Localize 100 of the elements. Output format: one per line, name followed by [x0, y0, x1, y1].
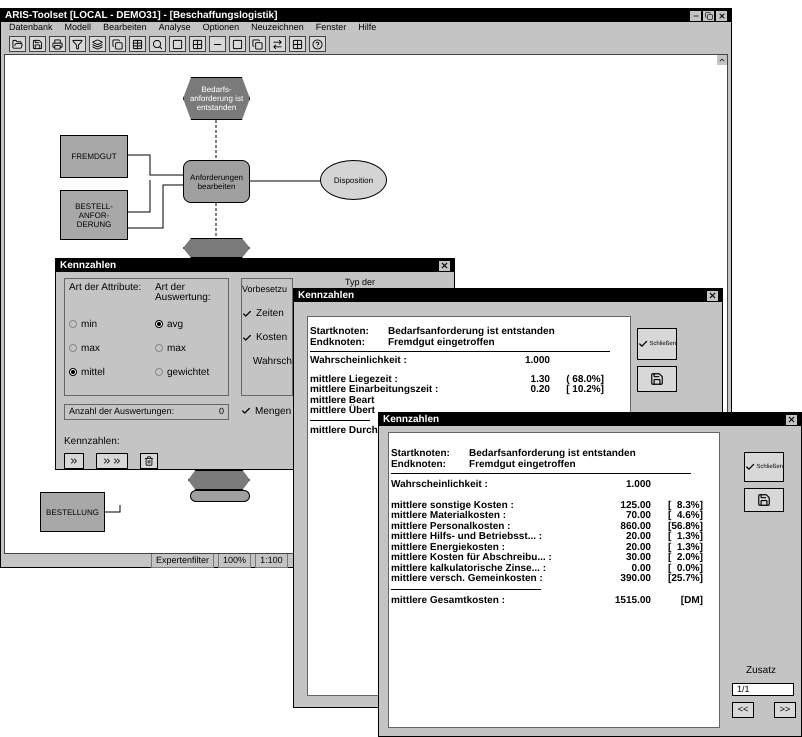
total-value: 1515.00 [614, 596, 651, 606]
menu-item[interactable]: Bearbeiten [103, 21, 147, 35]
toolbar-button[interactable] [69, 36, 86, 52]
metric-label: mittlere versch. Gemeinkosten : [391, 574, 544, 584]
copy-icon [112, 38, 123, 50]
minimize-button[interactable] [690, 10, 701, 20]
currency-unit: [DM] [680, 596, 703, 606]
metric-value: 20.00 [624, 542, 651, 553]
restore-button[interactable] [703, 10, 714, 20]
object-node: FREMDGUT [60, 135, 128, 178]
group-label: Vorbesetzu [242, 283, 288, 296]
page-field[interactable]: 1/1 [732, 683, 794, 696]
printer-icon [52, 38, 63, 50]
checkbox-option[interactable]: Zeiten [242, 306, 292, 320]
figures-label: Kennzahlen: [64, 435, 121, 449]
metric-label: mittlere Einarbeitungszeit : [310, 385, 440, 396]
menu-item[interactable]: Datenbank [9, 21, 53, 35]
metric-label: mittlere sonstige Kosten : [391, 500, 515, 510]
metric-value: 70.00 [624, 511, 651, 522]
metric-label: mittlere Materialkosten : [391, 511, 508, 522]
toolbar-button[interactable] [289, 36, 306, 52]
menu-item[interactable]: Hilfe [358, 21, 376, 35]
start-label: Startknoten: [391, 449, 451, 460]
close-button[interactable] [707, 290, 718, 300]
toolbar-button[interactable] [129, 36, 146, 52]
toolbar-button[interactable] [9, 36, 26, 52]
checkbox-option[interactable]: Mengen [241, 404, 293, 418]
metric-label: mittlere Energiekosten : [391, 542, 506, 552]
start-value: Bedarfsanforderung ist entstanden [469, 449, 636, 460]
end-label: Endknoten: [310, 338, 366, 348]
check-icon [242, 332, 252, 342]
metric-label: mittlere Kosten für Abschreibu... : [391, 553, 553, 564]
folder-icon [12, 38, 23, 50]
check-icon [745, 461, 756, 473]
toolbar-button[interactable] [49, 36, 66, 52]
checkbox-option[interactable]: Wahrsch [242, 354, 292, 368]
radio-option[interactable]: gewichtet [155, 365, 224, 379]
radio-option[interactable]: avg [155, 317, 224, 331]
double-chevron-icon [112, 456, 122, 466]
metric-label: mittlere Beart [310, 396, 374, 406]
search-icon [152, 38, 163, 50]
dialog-title: Kennzahlen [383, 414, 440, 424]
group-label: Art der Auswertung: [155, 283, 212, 305]
metric-share: [56.8%] [666, 522, 703, 532]
dialog-title: Kennzahlen [298, 290, 354, 300]
next-button[interactable]: >> [774, 702, 796, 718]
save-button[interactable] [744, 488, 784, 512]
dialog-title: Kennzahlen [60, 260, 116, 270]
save-icon [32, 38, 43, 50]
step-button[interactable] [64, 453, 84, 469]
close-button[interactable] [786, 414, 797, 424]
toolbar-button[interactable] [89, 36, 106, 52]
toolbar-button[interactable] [249, 36, 266, 52]
menu-item[interactable]: Analyse [158, 21, 191, 35]
radio-circle [69, 368, 77, 376]
radio-option[interactable]: mittel [69, 365, 147, 379]
toolbar-button[interactable] [109, 36, 126, 52]
toolbar-button[interactable] [229, 36, 246, 52]
radio-option[interactable]: max [155, 341, 224, 355]
metric-share: [ 8.3%] [666, 500, 703, 510]
metric-share: [ 1.3%] [666, 542, 703, 552]
save-button[interactable] [637, 366, 677, 392]
toolbar-button[interactable] [209, 36, 226, 52]
toolbar-button[interactable] [169, 36, 186, 52]
connector-line [104, 504, 120, 512]
check-icon [638, 338, 648, 350]
close-button[interactable] [439, 260, 450, 270]
radio-option[interactable]: max [69, 341, 147, 355]
count-value: 0 [218, 405, 224, 418]
copy-icon [252, 38, 263, 50]
checkbox-option[interactable]: Kosten [242, 330, 292, 344]
previous-button[interactable]: << [732, 702, 754, 718]
radio-option[interactable]: min [69, 317, 147, 331]
toolbar-button[interactable] [29, 36, 46, 52]
metric-share: [25.7%] [666, 574, 703, 584]
multi-step-button[interactable] [96, 453, 128, 469]
table-icon [132, 38, 143, 50]
toolbar-button[interactable] [149, 36, 166, 52]
probability-value: 1.000 [524, 356, 550, 366]
checkbox-option[interactable]: Zusatz [732, 663, 796, 677]
scroll-up-button[interactable] [717, 55, 727, 65]
metric-share: [ 10.2%] [565, 385, 604, 396]
status-field: 1:100 [255, 552, 288, 568]
toolbar-button[interactable] [269, 36, 286, 52]
double-chevron-icon [69, 456, 79, 466]
metric-label: mittlere Personalkosten : [391, 522, 512, 532]
square-icon [232, 38, 243, 50]
metric-label: mittlere kalkulatorische Zinse... : [391, 564, 548, 574]
double-chevron-icon [102, 456, 112, 466]
delete-button[interactable] [140, 453, 158, 469]
grid-icon [292, 38, 303, 50]
close-button[interactable] [716, 10, 727, 20]
toolbar-button[interactable] [189, 36, 206, 52]
menu-item[interactable]: Neuzeichnen [251, 21, 304, 35]
toolbar-button[interactable] [309, 36, 326, 52]
connector-line [128, 154, 184, 176]
function-node [190, 490, 250, 502]
menu-item[interactable]: Fenster [316, 21, 346, 35]
menu-item[interactable]: Modell [64, 21, 92, 35]
menu-item[interactable]: Optionen [202, 21, 240, 35]
